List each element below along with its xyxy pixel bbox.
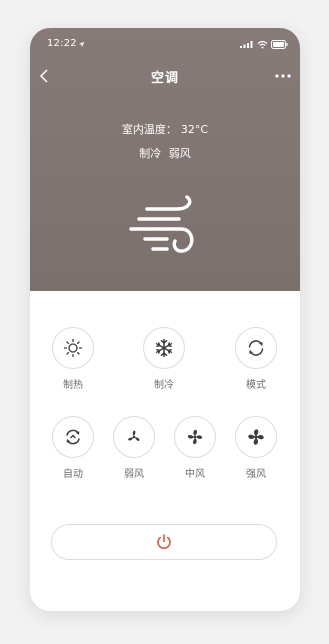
fan-medium-icon bbox=[187, 429, 203, 445]
auto-icon bbox=[66, 429, 80, 445]
heat-button-circle bbox=[52, 327, 94, 369]
cool-button-circle bbox=[143, 327, 185, 369]
indoor-temperature: 室内温度： 32°C bbox=[30, 121, 300, 137]
battery-icon bbox=[271, 40, 288, 49]
fan-high-button[interactable]: 强风 bbox=[226, 416, 286, 480]
fan-low-button-circle bbox=[113, 416, 155, 458]
snowflake-icon bbox=[155, 338, 173, 358]
auto-button[interactable]: 自动 bbox=[43, 416, 103, 480]
cool-button[interactable]: 制冷 bbox=[134, 327, 194, 391]
mode-text: 制冷 bbox=[139, 147, 162, 160]
mode-button-circle bbox=[235, 327, 277, 369]
wind-text: 弱风 bbox=[168, 147, 191, 160]
phone-frame: 12:22 空调 室内温度： 32°C 制冷 弱风 制热 制冷 模式 自动 弱风… bbox=[30, 28, 300, 611]
status-time: 12:22 bbox=[47, 38, 77, 49]
signal-icon bbox=[240, 41, 253, 48]
wifi-icon bbox=[257, 40, 268, 49]
fan-low-button[interactable]: 弱风 bbox=[104, 416, 164, 480]
auto-button-circle bbox=[52, 416, 94, 458]
cycle-icon bbox=[248, 340, 264, 356]
temp-value: 32°C bbox=[180, 123, 209, 136]
fan-high-icon bbox=[248, 429, 264, 445]
fan-low-icon bbox=[128, 430, 140, 441]
fan-low-label: 弱风 bbox=[124, 469, 144, 480]
fan-high-label: 强风 bbox=[246, 469, 266, 480]
auto-label: 自动 bbox=[63, 469, 83, 480]
location-arrow-icon bbox=[78, 41, 85, 48]
hero-panel: 12:22 空调 室内温度： 32°C 制冷 弱风 bbox=[30, 28, 300, 291]
current-mode: 制冷 弱风 bbox=[30, 145, 300, 161]
cool-label: 制冷 bbox=[154, 380, 174, 391]
heat-label: 制热 bbox=[63, 380, 83, 391]
mode-label: 模式 bbox=[246, 380, 266, 391]
more-dots-icon[interactable] bbox=[275, 73, 291, 79]
fan-medium-label: 中风 bbox=[185, 469, 205, 480]
fan-high-button-circle bbox=[235, 416, 277, 458]
page-title: 空调 bbox=[150, 71, 179, 86]
power-icon bbox=[157, 534, 171, 549]
status-bar: 12:22 bbox=[30, 28, 300, 58]
mode-button[interactable]: 模式 bbox=[226, 327, 286, 391]
heat-button[interactable]: 制热 bbox=[43, 327, 103, 391]
power-button[interactable] bbox=[51, 524, 277, 560]
wind-icon bbox=[129, 195, 194, 253]
sun-icon bbox=[63, 338, 83, 358]
temp-label: 室内温度： bbox=[121, 123, 177, 136]
fan-medium-button-circle bbox=[174, 416, 216, 458]
fan-medium-button[interactable]: 中风 bbox=[165, 416, 225, 480]
